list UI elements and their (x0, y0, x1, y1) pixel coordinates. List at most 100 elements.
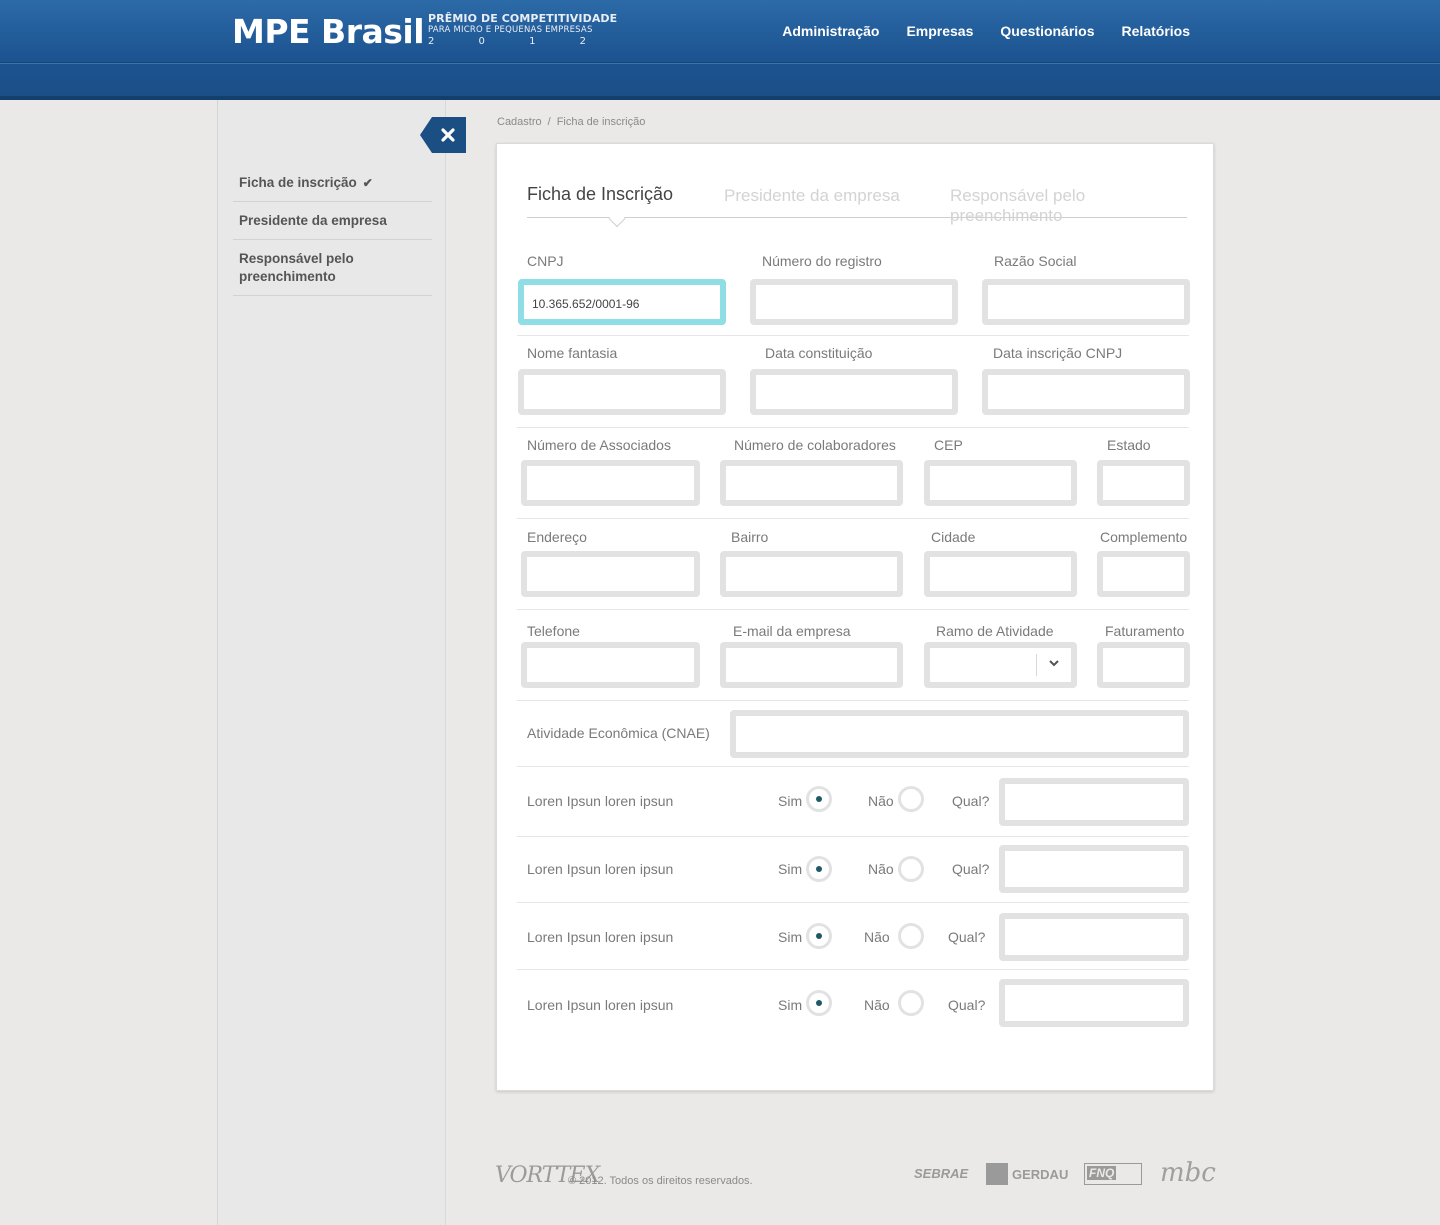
header-bottom-bar (0, 96, 1440, 100)
row-divider (517, 609, 1189, 610)
nome-fantasia-input[interactable] (518, 369, 726, 415)
sidebar-item-label: Presidente da empresa (239, 213, 387, 228)
num-colaboradores-input[interactable] (720, 460, 903, 506)
endereco-input[interactable] (521, 551, 700, 597)
qual-input[interactable] (999, 778, 1189, 826)
option-nao-label: Não (868, 793, 894, 809)
question-label: Loren Ipsun loren ipsun (527, 997, 674, 1013)
numero-registro-input[interactable] (750, 279, 958, 325)
qual-label: Qual? (948, 997, 986, 1013)
sidebar-list: Ficha de inscrição ✔ Presidente da empres… (233, 164, 432, 296)
numero-registro-label: Número do registro (762, 253, 882, 269)
nav-empresas[interactable]: Empresas (906, 23, 973, 39)
radio-nao[interactable] (898, 786, 924, 812)
row-divider (517, 836, 1189, 837)
cnpj-label: CNPJ (527, 253, 564, 269)
close-sidebar-button[interactable] (420, 117, 466, 153)
row-divider (517, 969, 1189, 970)
cnpj-input[interactable]: 10.365.652/0001-96 (518, 279, 726, 325)
bairro-input[interactable] (720, 551, 903, 597)
award-year: 2 0 1 2 (428, 36, 588, 47)
close-icon (420, 117, 466, 153)
breadcrumb-root[interactable]: Cadastro (497, 116, 542, 128)
qual-input[interactable] (999, 845, 1189, 893)
complemento-input[interactable] (1097, 551, 1190, 597)
gerdau-logo: GERDAU (986, 1163, 1069, 1185)
award-year-digit: 2 (428, 36, 435, 47)
option-sim-label: Sim (778, 929, 803, 945)
ramo-label: Ramo de Atividade (936, 623, 1054, 639)
breadcrumb-current: Ficha de inscrição (556, 116, 646, 128)
option-nao-label: Não (864, 929, 890, 945)
breadcrumb: Cadastro / Ficha de inscrição (497, 116, 645, 128)
award-line1: PRÊMIO DE COMPETITIVIDADE (428, 12, 618, 25)
question-label: Loren Ipsun loren ipsun (527, 929, 674, 945)
form-tabs: Ficha de Inscrição Presidente da empresa… (527, 184, 1187, 228)
copyright-text: © 2012. Todos os direitos reservados. (568, 1175, 753, 1187)
razao-social-label: Razão Social (994, 253, 1077, 269)
radio-sim[interactable] (806, 990, 832, 1016)
email-input[interactable] (720, 642, 903, 688)
qual-label: Qual? (952, 861, 990, 877)
ramo-select[interactable] (924, 642, 1077, 688)
estado-input[interactable] (1097, 460, 1190, 506)
complemento-label: Complemento (1100, 529, 1188, 545)
option-sim-label: Sim (778, 997, 803, 1013)
award-year-digit: 1 (529, 36, 536, 47)
faturamento-label: Faturamento (1105, 623, 1185, 639)
telefone-input[interactable] (521, 642, 700, 688)
tab-ficha[interactable]: Ficha de Inscrição (527, 184, 673, 205)
header-divider (0, 62, 1440, 64)
cnae-label: Atividade Econômica (CNAE) (527, 725, 710, 741)
radio-sim[interactable] (806, 923, 832, 949)
site-logo[interactable]: MPE Brasil (232, 12, 425, 51)
breadcrumb-separator: / (547, 116, 551, 128)
chevron-down-icon (1049, 658, 1059, 670)
qual-label: Qual? (952, 793, 990, 809)
email-label: E-mail da empresa (733, 623, 851, 639)
nav-administracao[interactable]: Administração (782, 23, 879, 39)
cidade-input[interactable] (924, 551, 1077, 597)
qual-input[interactable] (999, 913, 1189, 961)
cep-input[interactable] (924, 460, 1077, 506)
question-label: Loren Ipsun loren ipsun (527, 793, 674, 809)
sidebar-item-responsavel[interactable]: Responsável pelo preenchimento (233, 240, 432, 296)
qual-label: Qual? (948, 929, 986, 945)
check-icon: ✔ (362, 176, 373, 190)
nav-relatorios[interactable]: Relatórios (1122, 23, 1190, 39)
radio-sim[interactable] (806, 786, 832, 812)
bairro-label: Bairro (731, 529, 769, 545)
num-associados-label: Número de Associados (527, 437, 671, 453)
fnq-logo: FNQ (1084, 1163, 1142, 1185)
select-divider (1036, 654, 1037, 676)
razao-social-input[interactable] (982, 279, 1190, 325)
faturamento-input[interactable] (1097, 642, 1190, 688)
telefone-label: Telefone (527, 623, 580, 639)
gerdau-mark-icon (986, 1163, 1008, 1185)
sidebar-item-presidente[interactable]: Presidente da empresa (233, 202, 432, 240)
num-associados-input[interactable] (521, 460, 700, 506)
data-inscricao-input[interactable] (982, 369, 1190, 415)
gerdau-text: GERDAU (1012, 1167, 1069, 1182)
nav-questionarios[interactable]: Questionários (1000, 23, 1094, 39)
sidebar-item-label: Ficha de inscrição (239, 175, 357, 190)
radio-sim[interactable] (806, 856, 832, 882)
sidebar-item-label: Responsável pelo preenchimento (239, 251, 354, 284)
cnae-input[interactable] (730, 710, 1189, 758)
sidebar-item-ficha[interactable]: Ficha de inscrição ✔ (233, 164, 432, 202)
cep-label: CEP (934, 437, 963, 453)
qual-input[interactable] (999, 979, 1189, 1027)
cnpj-value: 10.365.652/0001-96 (532, 297, 640, 311)
estado-label: Estado (1107, 437, 1151, 453)
radio-nao[interactable] (898, 856, 924, 882)
form-card: Ficha de Inscrição Presidente da empresa… (496, 143, 1214, 1091)
data-constituicao-input[interactable] (750, 369, 958, 415)
radio-nao[interactable] (898, 923, 924, 949)
cidade-label: Cidade (931, 529, 976, 545)
radio-nao[interactable] (898, 990, 924, 1016)
nome-fantasia-label: Nome fantasia (527, 345, 618, 361)
tab-responsavel[interactable]: Responsável pelo preenchimento (950, 186, 1187, 226)
option-sim-label: Sim (778, 793, 803, 809)
row-divider (517, 902, 1189, 903)
tab-presidente[interactable]: Presidente da empresa (724, 186, 900, 206)
